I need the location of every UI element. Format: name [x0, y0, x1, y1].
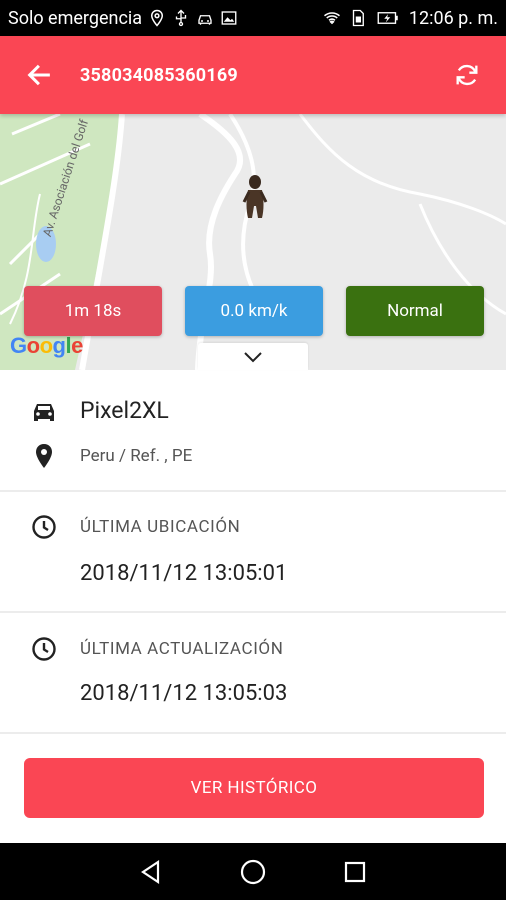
device-name: Pixel2XL: [80, 397, 169, 424]
status-bar: Solo emergencia 12:06 p. m.: [0, 0, 506, 36]
clock-icon: [30, 635, 58, 663]
refresh-icon: [456, 64, 478, 86]
battery-charging-icon: [377, 12, 398, 24]
nav-back-button[interactable]: [131, 852, 171, 892]
divider: [0, 732, 506, 734]
refresh-button[interactable]: [452, 60, 482, 90]
last-update-value: 2018/11/12 13:05:03: [80, 681, 288, 706]
wifi-icon: [323, 12, 340, 25]
system-nav-bar: [0, 843, 506, 900]
google-logo: Google: [10, 333, 83, 358]
chevron-down-icon: [244, 351, 262, 362]
location-icon: [151, 9, 164, 27]
car-mode-icon: [198, 15, 212, 25]
speed-badge: 0.0 km/k: [185, 286, 323, 336]
last-location-label: ÚLTIMA UBICACIÓN: [80, 517, 241, 537]
image-icon: [221, 11, 237, 25]
usb-icon: [175, 9, 187, 27]
last-update-label: ÚLTIMA ACTUALIZACIÓN: [80, 639, 284, 659]
elapsed-time-badge: 1m 18s: [24, 286, 162, 336]
divider: [0, 611, 506, 613]
clock-icon: [30, 513, 58, 541]
divider: [0, 490, 506, 492]
sim-icon: [352, 9, 364, 27]
nav-recents-button[interactable]: [335, 852, 375, 892]
device-marker-icon[interactable]: [240, 172, 270, 224]
nav-home-button[interactable]: [233, 852, 273, 892]
clock-text: 12:06 p. m.: [408, 7, 498, 29]
triangle-back-icon: [141, 859, 160, 884]
status-badge: Normal: [346, 286, 484, 336]
car-icon: [30, 398, 58, 426]
back-button[interactable]: [24, 60, 54, 90]
device-id-title: 358034085360169: [80, 64, 238, 86]
carrier-text: Solo emergencia: [8, 7, 143, 29]
view-history-button[interactable]: VER HISTÓRICO: [24, 758, 484, 818]
device-location: Peru / Ref. , PE: [80, 446, 193, 466]
location-pin-icon: [30, 442, 58, 470]
last-location-value: 2018/11/12 13:05:01: [80, 561, 288, 586]
expand-toggle-button[interactable]: [198, 343, 308, 370]
square-recents-icon: [344, 861, 366, 882]
arrow-back-icon: [27, 64, 50, 86]
app-bar: 358034085360169: [0, 36, 506, 114]
circle-home-icon: [240, 859, 266, 884]
